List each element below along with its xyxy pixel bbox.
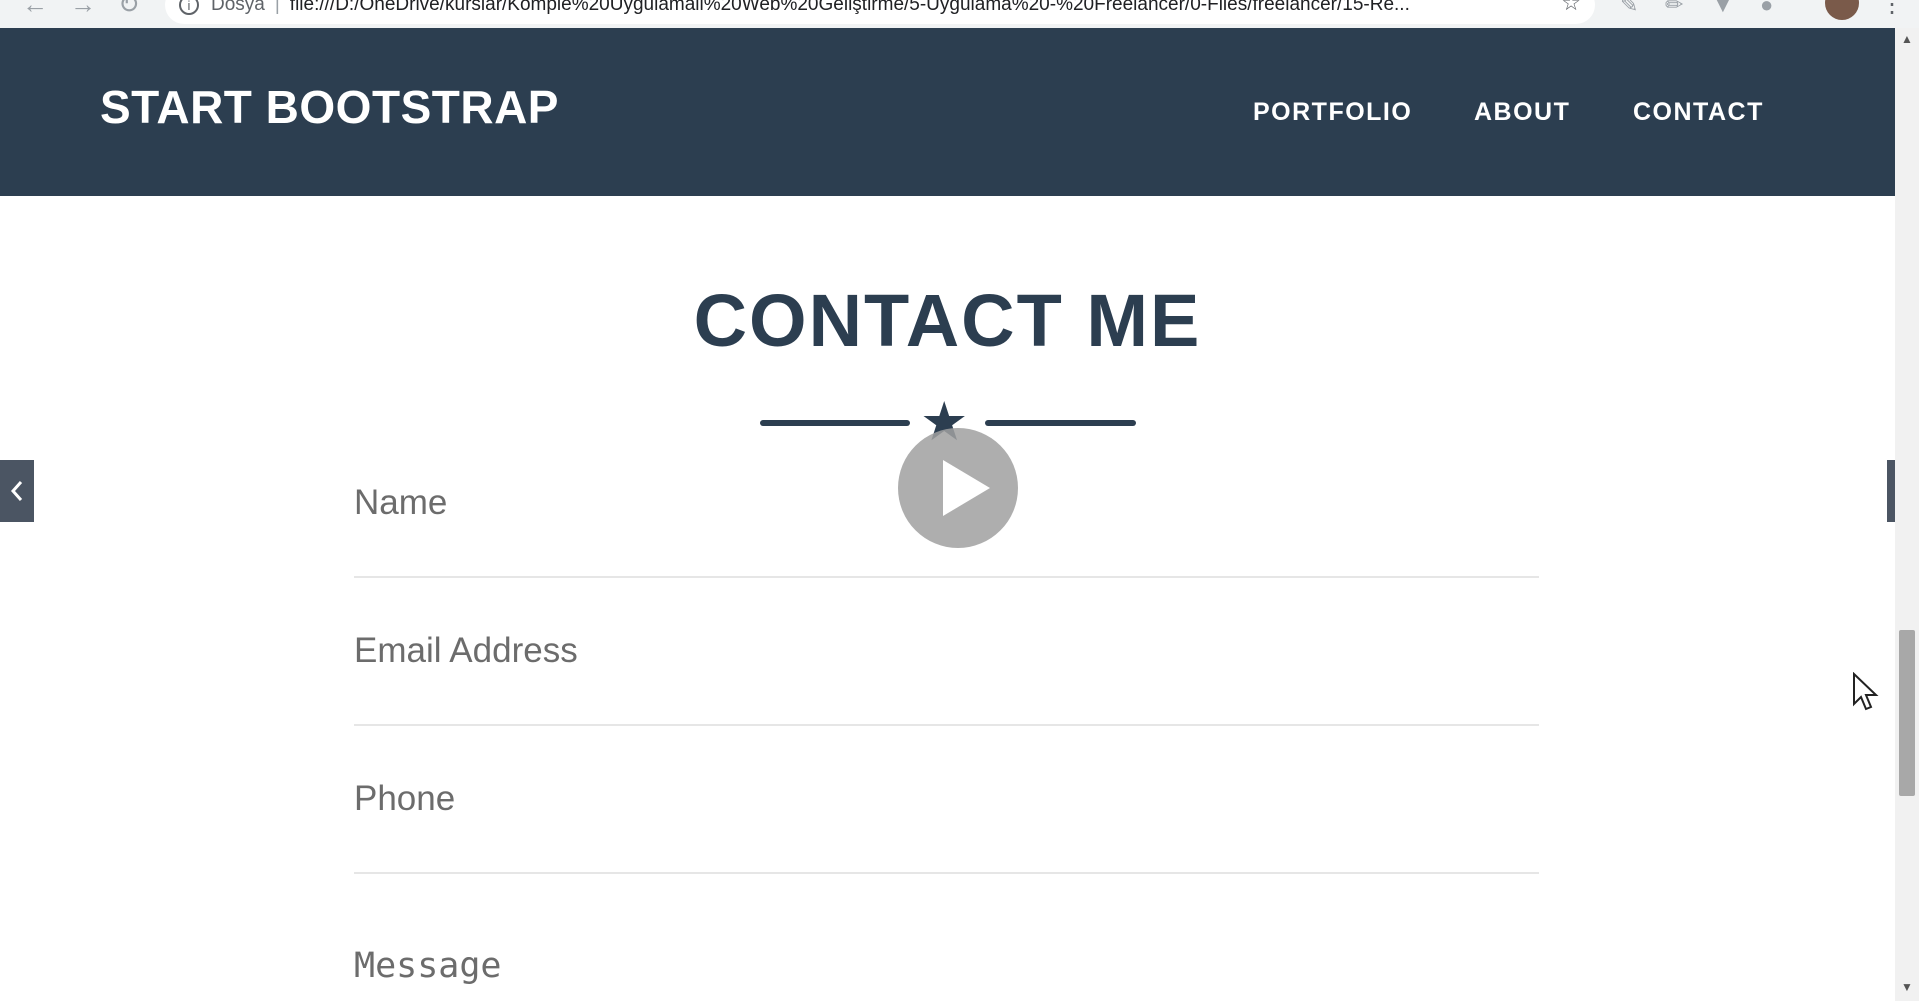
address-scheme-label: Dosya [211, 0, 265, 15]
email-field [354, 578, 1539, 726]
page-viewport: START BOOTSTRAP PORTFOLIO ABOUT CONTACT … [0, 28, 1895, 1001]
extension-circle-icon[interactable]: ● [1760, 0, 1773, 18]
nav-link-about[interactable]: ABOUT [1474, 98, 1570, 127]
message-textarea[interactable] [354, 896, 1539, 1001]
info-icon[interactable]: i [179, 0, 199, 15]
chevron-left-icon [10, 481, 23, 501]
extension-dropdown-icon[interactable]: ▼ [1712, 0, 1734, 18]
play-icon [943, 460, 990, 516]
divider-line-left [760, 420, 910, 426]
nav-link-contact[interactable]: CONTACT [1633, 98, 1764, 127]
back-arrow-icon[interactable]: ← [22, 0, 48, 18]
phone-field [354, 726, 1539, 874]
forward-arrow-icon[interactable]: → [70, 0, 96, 18]
extension-pen-icon[interactable]: ✏ [1665, 0, 1683, 18]
address-separator: | [274, 0, 280, 15]
message-field [354, 896, 1539, 1001]
mouse-cursor-icon [1853, 672, 1879, 711]
brand-logo[interactable]: START BOOTSTRAP [100, 80, 559, 134]
scroll-down-icon[interactable]: ▼ [1901, 980, 1913, 994]
top-navbar: START BOOTSTRAP PORTFOLIO ABOUT CONTACT [0, 28, 1895, 196]
divider-line-right [985, 420, 1136, 426]
next-lecture-button[interactable] [1887, 460, 1895, 522]
section-title: CONTACT ME [693, 279, 1202, 362]
prev-lecture-button[interactable] [0, 460, 34, 522]
phone-input[interactable] [354, 726, 1539, 872]
browser-menu-icon[interactable]: ⋮ [1880, 0, 1904, 19]
play-button[interactable] [898, 428, 1018, 548]
profile-avatar[interactable] [1825, 0, 1859, 20]
scroll-up-icon[interactable]: ▲ [1901, 32, 1913, 46]
address-bar[interactable]: i Dosya | file:///D:/OneDrive/kurslar/Ko… [165, 0, 1595, 24]
page-scrollbar[interactable]: ▲ ▼ [1895, 28, 1919, 1001]
bookmark-star-icon[interactable]: ☆ [1561, 0, 1581, 16]
nav-link-portfolio[interactable]: PORTFOLIO [1253, 98, 1412, 127]
browser-toolbar: ← → ↻ i Dosya | file:///D:/OneDrive/kurs… [0, 0, 1919, 28]
reload-icon[interactable]: ↻ [118, 0, 140, 18]
extension-icon[interactable]: ✎ [1620, 0, 1638, 18]
email-input[interactable] [354, 578, 1539, 724]
address-url: file:///D:/OneDrive/kurslar/Komple%20Uyg… [289, 0, 1410, 15]
scroll-thumb[interactable] [1899, 630, 1915, 796]
